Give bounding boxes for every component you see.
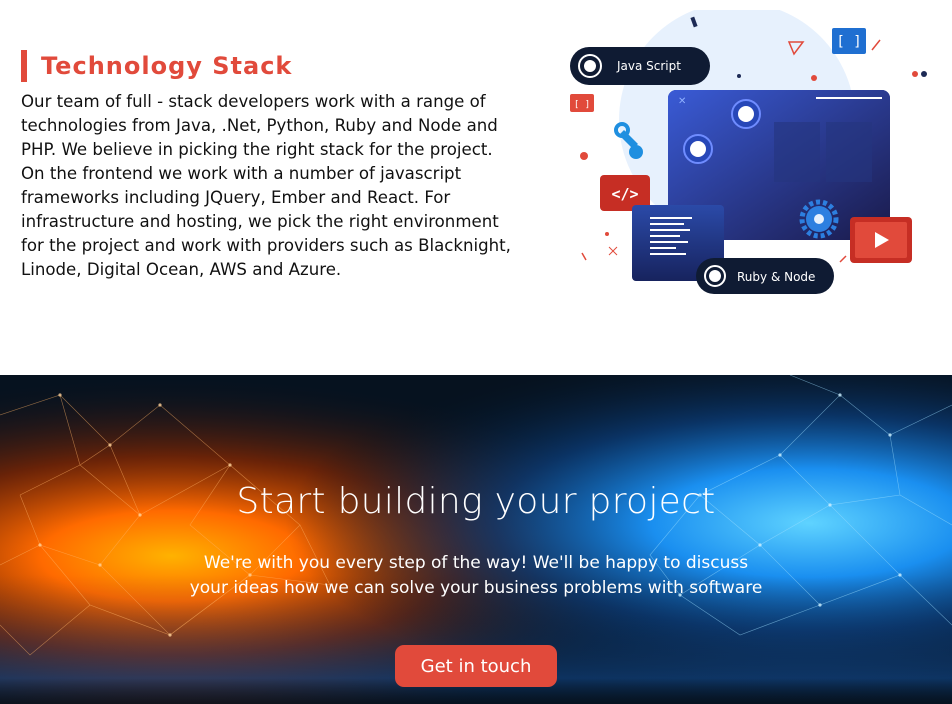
code-symbol-label: </> <box>611 185 638 203</box>
svg-text:[ ]: [ ] <box>574 100 590 110</box>
get-in-touch-button[interactable]: Get in touch <box>395 645 557 687</box>
section-body-text: Our team of full - stack developers work… <box>21 92 511 279</box>
javascript-badge-label: Java Script <box>616 59 681 73</box>
cta-subtitle-line-1: We're with you every step of the way! We… <box>203 553 749 573</box>
cta-section: Start building your project We're with y… <box>0 375 952 704</box>
cta-subtitle-line-2: your ideas how we can solve your busines… <box>189 578 763 598</box>
svg-text:✕: ✕ <box>678 96 686 107</box>
bracket-symbol-label: [ ] <box>836 34 861 50</box>
ruby-node-badge-label: Ruby & Node <box>737 270 815 284</box>
cta-title: Start building your project <box>236 481 716 522</box>
tech-stack-illustration: [ ] [ ] ✕ </> Java Script Ruby & Node <box>570 10 927 294</box>
section-heading: Technology Stack <box>21 50 292 82</box>
technology-stack-section: Technology Stack Our team of full - stac… <box>0 0 952 375</box>
cta-subtitle: We're with you every step of the way! We… <box>156 551 796 601</box>
